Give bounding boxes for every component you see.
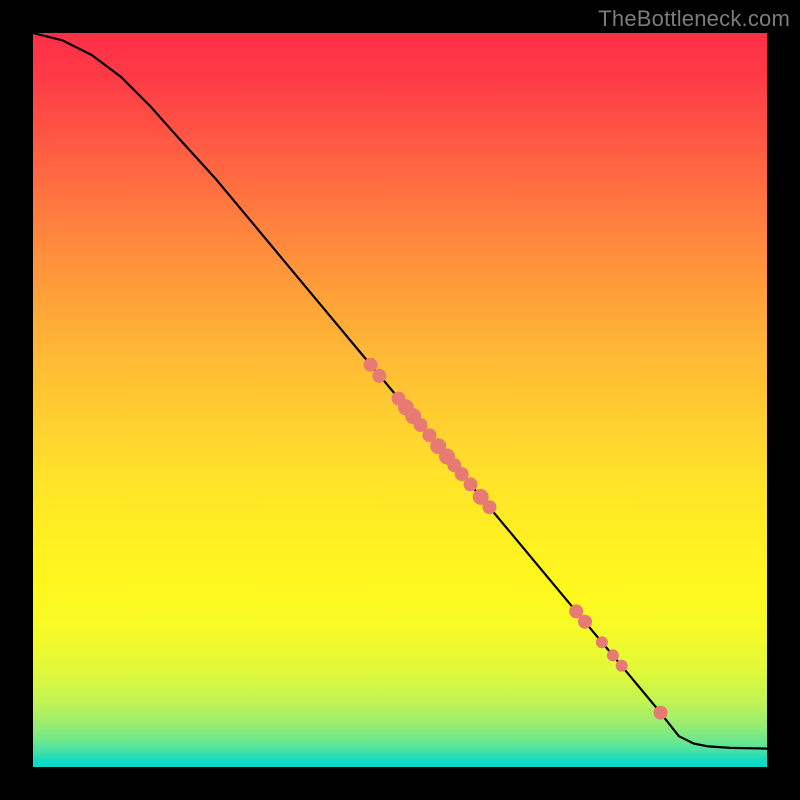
chart-svg — [33, 33, 767, 767]
plot-area — [33, 33, 767, 767]
data-point — [607, 649, 619, 661]
data-point — [596, 636, 608, 648]
data-point — [654, 706, 668, 720]
data-point — [372, 369, 386, 383]
main-curve — [33, 33, 767, 749]
data-point — [464, 477, 478, 491]
data-point — [483, 500, 497, 514]
data-point — [364, 358, 378, 372]
data-point — [616, 660, 628, 672]
watermark-text: TheBottleneck.com — [598, 6, 790, 32]
curve-layer — [33, 33, 767, 749]
data-point — [578, 615, 592, 629]
chart-stage: TheBottleneck.com — [0, 0, 800, 800]
